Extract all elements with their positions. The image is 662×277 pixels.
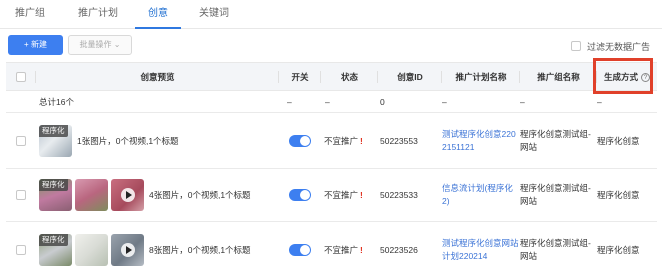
switch-cell <box>279 169 321 221</box>
group-name-line2: 网站 <box>520 196 538 206</box>
filter-label: 过滤无数据广告 <box>586 41 650 52</box>
tab-keywords[interactable]: 关键词 <box>192 0 236 29</box>
status-text: 不宜推广 <box>324 244 359 255</box>
generation-method: 程序化创意 <box>597 190 640 200</box>
programmatic-tag: 程序化 <box>39 124 68 137</box>
row-checkbox[interactable] <box>16 135 26 146</box>
summary-row: 总计16个 – – 0 – – – <box>6 91 657 113</box>
creative-thumbnail[interactable]: 程序化 <box>39 233 72 266</box>
creative-thumbnail[interactable] <box>75 233 108 266</box>
creative-thumbnail[interactable] <box>75 179 108 211</box>
plan-name-line2: 计划220214 <box>442 250 488 261</box>
summary-plan: – <box>442 96 447 107</box>
header-preview: 创意预览 <box>36 63 279 91</box>
select-all-checkbox[interactable] <box>16 72 26 82</box>
group-name-line2: 网站 <box>520 250 538 261</box>
tab-creative[interactable]: 创意 <box>135 0 181 29</box>
generation-method: 程序化创意 <box>597 244 640 255</box>
generation-method: 程序化创意 <box>597 135 640 146</box>
plan-name-line1: 信息流计划(程序化 <box>442 183 513 193</box>
filter-no-data-ads[interactable]: 过滤无数据广告 <box>570 39 650 53</box>
status-cell: 不宜推广! <box>324 222 378 277</box>
creative-thumbnail[interactable]: 程序化 <box>39 179 72 211</box>
summary-method: – <box>597 96 602 107</box>
group-name: 程序化创意测试组- 网站 <box>520 169 597 221</box>
plan-name-line1: 测试程序化创意网站 <box>442 237 519 248</box>
row-select <box>6 113 36 168</box>
creative-summary: 4张图片，0个视频,1个标题 <box>149 190 251 200</box>
summary-group: – <box>520 96 525 107</box>
header-status: 状态 <box>321 63 378 91</box>
tab-promotion-group[interactable]: 推广组 <box>10 0 50 29</box>
creative-id: 50223553 <box>380 135 418 146</box>
summary-total: 总计16个 <box>39 96 74 107</box>
group-name-line1: 程序化创意测试组- <box>520 128 591 139</box>
creative-toggle[interactable] <box>289 134 311 147</box>
creative-toggle[interactable] <box>289 189 311 201</box>
plan-name-link[interactable]: 测试程序化创意网站 计划220214 <box>442 222 520 277</box>
header-select-cell <box>6 63 36 91</box>
tab-promotion-plan[interactable]: 推广计划 <box>70 0 126 29</box>
row-select <box>6 169 36 221</box>
row-checkbox[interactable] <box>16 190 26 200</box>
group-name: 程序化创意测试组- 网站 <box>520 113 597 168</box>
creative-id: 50223533 <box>380 190 418 200</box>
warning-icon[interactable]: ! <box>360 136 363 146</box>
header-switch: 开关 <box>279 63 321 91</box>
row-select <box>6 222 36 277</box>
plan-name-line1: 测试程序化创意220 <box>442 128 516 139</box>
switch-cell <box>279 222 321 277</box>
programmatic-tag: 程序化 <box>39 179 68 191</box>
plan-name-line2: 2) <box>442 196 450 206</box>
creative-toggle[interactable] <box>289 243 311 256</box>
row-checkbox[interactable] <box>16 244 26 255</box>
play-icon[interactable] <box>121 242 135 257</box>
group-name-line1: 程序化创意测试组- <box>520 237 591 248</box>
summary-status: – <box>325 96 330 107</box>
creative-preview: 程序化 8张图片，0个视频,1个标题 <box>39 222 279 277</box>
status-text: 不宜推广 <box>324 190 359 200</box>
creative-summary: 8张图片，0个视频,1个标题 <box>149 244 251 255</box>
table-row[interactable]: 程序化 4张图片，0个视频,1个标题 不宜推广! 50223533 信息流计划(… <box>6 169 657 222</box>
play-icon[interactable] <box>121 188 135 202</box>
table-row[interactable]: 程序化 1张图片，0个视频,1个标题 不宜推广! 50223553 测试程序化创… <box>6 113 657 169</box>
programmatic-tag: 程序化 <box>39 233 68 246</box>
warning-icon[interactable]: ! <box>360 245 363 255</box>
status-cell: 不宜推广! <box>324 113 378 168</box>
plan-name-line2: 2151121 <box>442 141 475 152</box>
creative-thumbnail[interactable] <box>111 179 144 211</box>
creative-thumbnail[interactable] <box>111 233 144 266</box>
status-cell: 不宜推广! <box>324 169 378 221</box>
highlight-box <box>593 58 653 94</box>
group-name-line1: 程序化创意测试组- <box>520 183 591 193</box>
summary-id: 0 <box>380 96 385 107</box>
filter-checkbox[interactable] <box>570 41 581 51</box>
plan-name-link[interactable]: 信息流计划(程序化 2) <box>442 169 520 221</box>
group-name: 程序化创意测试组- 网站 <box>520 222 597 277</box>
group-name-line2: 网站 <box>520 141 538 152</box>
header-plan-name: 推广计划名称 <box>442 63 520 91</box>
warning-icon[interactable]: ! <box>360 190 363 200</box>
creative-preview: 程序化 1张图片，0个视频,1个标题 <box>39 113 279 168</box>
status-text: 不宜推广 <box>324 135 359 146</box>
header-id: 创意ID <box>378 63 442 91</box>
batch-actions-dropdown[interactable]: 批量操作 ⌄ <box>68 35 132 55</box>
tab-bar: 推广组 推广计划 创意 关键词 <box>0 0 662 29</box>
creative-preview: 程序化 4张图片，0个视频,1个标题 <box>39 169 279 221</box>
header-group-name: 推广组名称 <box>520 63 597 91</box>
switch-cell <box>279 113 321 168</box>
plan-name-link[interactable]: 测试程序化创意220 2151121 <box>442 113 520 168</box>
table-header: 创意预览 开关 状态 创意ID 推广计划名称 推广组名称 生成方式? <box>6 62 657 91</box>
creative-summary: 1张图片，0个视频,1个标题 <box>77 135 179 146</box>
new-button[interactable]: + 新建 <box>8 35 63 55</box>
creative-id: 50223526 <box>380 244 418 255</box>
creative-thumbnail[interactable]: 程序化 <box>39 124 72 157</box>
table-row[interactable]: 程序化 8张图片，0个视频,1个标题 不宜推广! 50223526 测试程序化创… <box>6 222 657 277</box>
summary-switch: – <box>287 96 292 107</box>
